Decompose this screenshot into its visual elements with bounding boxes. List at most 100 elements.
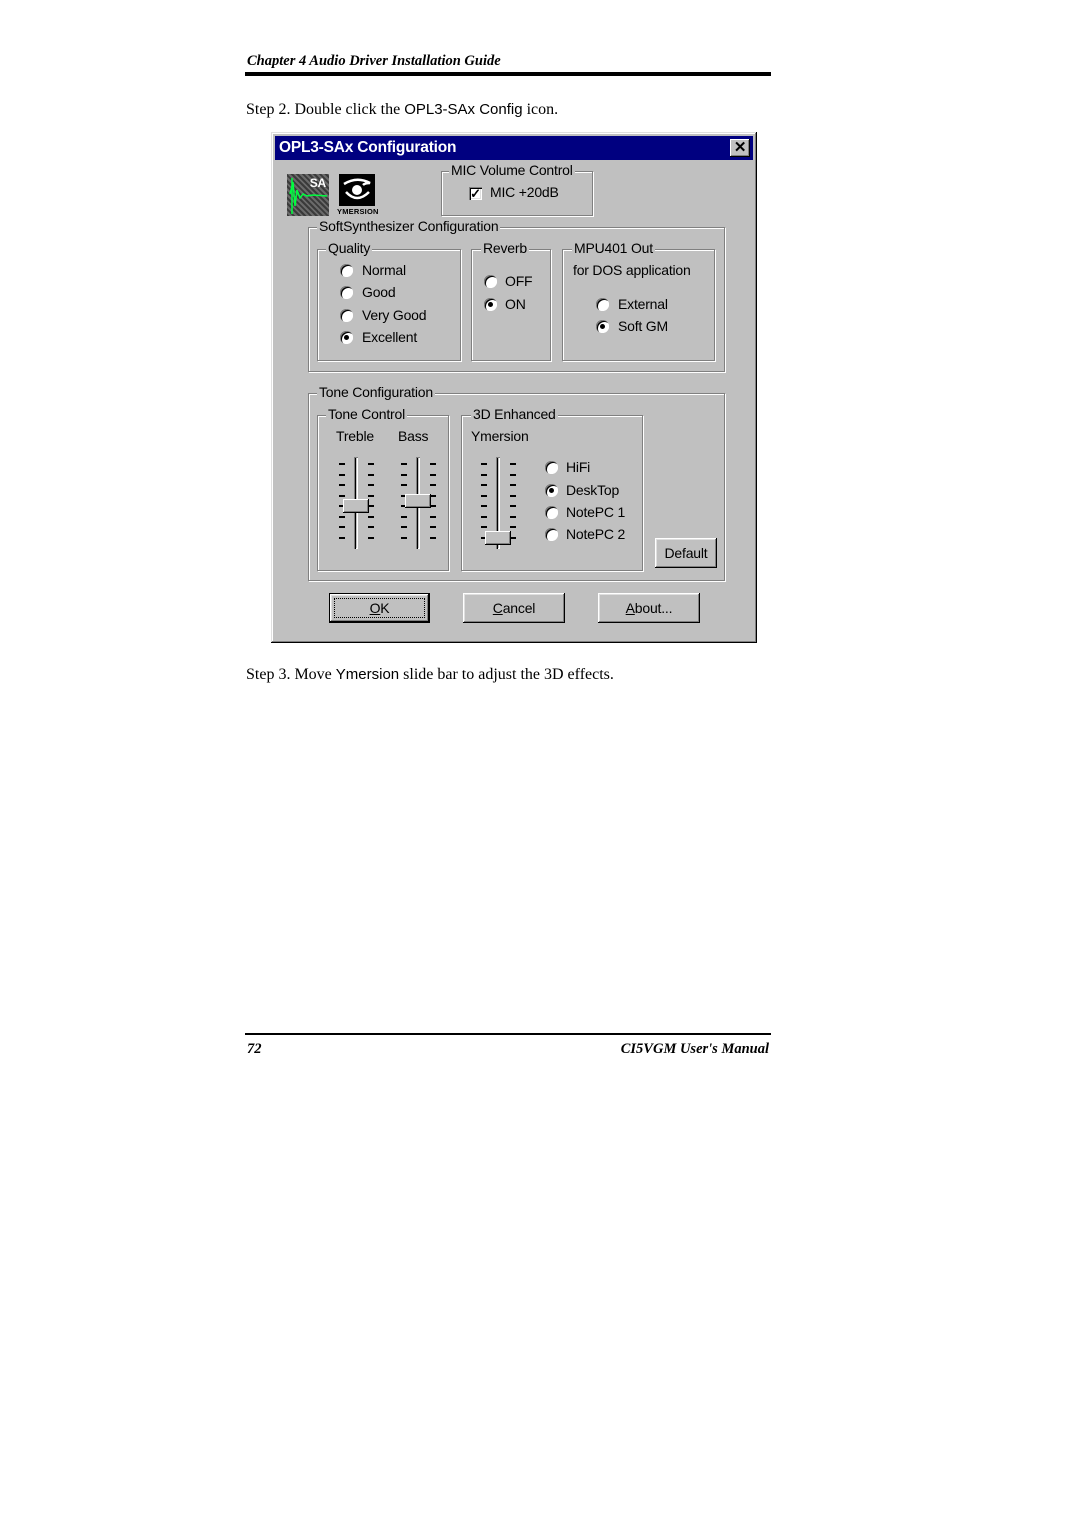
cancel-button[interactable]: Cancel <box>463 593 565 623</box>
ymersion-label: Ymersion <box>471 428 529 444</box>
opl3-sax-config-dialog: OPL3-SAx Configuration ✕ SA YMERSION MIC… <box>271 132 757 643</box>
tone-config-group: Tone Configuration Tone Control Treble B… <box>308 384 725 581</box>
cancel-accel: C <box>492 600 503 616</box>
mpu401-softgm-label[interactable]: Soft GM <box>618 318 668 334</box>
softsynth-group: SoftSynthesizer Configuration Quality No… <box>308 218 725 372</box>
notepc1-label[interactable]: NotePC 1 <box>566 504 625 520</box>
quality-excellent-radio[interactable] <box>340 331 353 344</box>
slider-tick <box>401 473 407 476</box>
slider-tick <box>368 526 374 529</box>
ymersion-logo-icon: YMERSION <box>337 174 379 216</box>
notepc1-radio[interactable] <box>545 506 558 519</box>
mic-boost-checkbox[interactable]: ✓ <box>469 187 482 200</box>
tone-control-group: Tone Control Treble Bass <box>317 406 449 571</box>
notepc2-radio[interactable] <box>545 528 558 541</box>
quality-good-radio[interactable] <box>340 286 353 299</box>
slider-tick <box>368 515 374 518</box>
slider-tick <box>481 484 487 487</box>
step-2-instruction: Step 2. Double click the OPL3-SAx Config… <box>246 101 558 119</box>
title-bar[interactable]: OPL3-SAx Configuration ✕ <box>275 136 753 160</box>
step-2-app-name: OPL3-SAx Config <box>404 101 523 118</box>
about-label: bout... <box>634 600 673 616</box>
slider-tick <box>510 526 516 529</box>
step-3-control-name: Ymersion <box>335 666 400 683</box>
quality-normal-radio[interactable] <box>340 264 353 277</box>
ok-focus-rect <box>334 598 425 618</box>
slider-tick <box>430 526 436 529</box>
about-button[interactable]: About... <box>598 593 700 623</box>
quality-normal-label[interactable]: Normal <box>362 262 406 278</box>
slider-thumb[interactable] <box>343 499 369 514</box>
mpu401-external-label[interactable]: External <box>618 296 668 312</box>
ymersion-slider[interactable] <box>476 457 520 549</box>
slider-tick <box>339 494 345 497</box>
notepc2-label[interactable]: NotePC 2 <box>566 526 625 542</box>
ymersion-logo-text: YMERSION <box>337 207 379 216</box>
default-button[interactable]: Default <box>655 538 717 568</box>
hifi-radio[interactable] <box>545 461 558 474</box>
quality-good-label[interactable]: Good <box>362 284 396 300</box>
hifi-label[interactable]: HiFi <box>566 459 590 475</box>
reverb-on-label[interactable]: ON <box>505 296 526 312</box>
slider-tick <box>430 473 436 476</box>
slider-tick <box>481 505 487 508</box>
desktop-label[interactable]: DeskTop <box>566 482 619 498</box>
reverb-group: Reverb OFF ON <box>471 240 551 361</box>
reverb-off-radio[interactable] <box>484 275 497 288</box>
tone-control-group-label: Tone Control <box>326 406 407 422</box>
slider-tick <box>368 463 374 465</box>
page-number: 72 <box>247 1041 262 1057</box>
slider-tick <box>339 473 345 476</box>
step-3-instruction: Step 3. Move Ymersion slide bar to adjus… <box>246 666 614 684</box>
about-accel: A <box>625 600 635 616</box>
quality-group-label: Quality <box>326 240 373 256</box>
slider-tick <box>339 537 345 539</box>
cancel-label: ancel <box>502 600 536 616</box>
mpu401-group: MPU401 Out for DOS application External … <box>562 240 715 361</box>
slider-tick <box>481 526 487 529</box>
slider-tick <box>339 526 345 529</box>
dialog-title: OPL3-SAx Configuration <box>279 139 457 156</box>
mpu401-softgm-radio[interactable] <box>596 320 609 333</box>
slider-tick <box>510 505 516 508</box>
mpu401-external-radio[interactable] <box>596 298 609 311</box>
reverb-group-label: Reverb <box>481 240 529 256</box>
slider-tick <box>368 537 374 539</box>
tone-config-group-label: Tone Configuration <box>317 384 435 400</box>
slider-tick <box>510 494 516 497</box>
slider-tick <box>368 494 374 497</box>
slider-tick <box>401 463 407 465</box>
slider-tick <box>339 463 345 465</box>
quality-very-good-radio[interactable] <box>340 309 353 322</box>
bass-label: Bass <box>398 428 429 444</box>
quality-excellent-label[interactable]: Excellent <box>362 329 417 345</box>
3d-enhanced-group: 3D Enhanced Ymersion HiFi DeskTop NotePC… <box>461 406 643 571</box>
slider-tick <box>510 484 516 487</box>
slider-tick <box>481 473 487 476</box>
reverb-off-label[interactable]: OFF <box>505 273 533 289</box>
softsynth-group-label: SoftSynthesizer Configuration <box>317 218 501 234</box>
reverb-on-radio[interactable] <box>484 298 497 311</box>
desktop-radio[interactable] <box>545 484 558 497</box>
treble-label: Treble <box>336 428 374 444</box>
slider-tick <box>510 473 516 476</box>
close-button[interactable]: ✕ <box>730 139 750 157</box>
slider-tick <box>481 515 487 518</box>
footer-rule <box>245 1033 771 1035</box>
step-3-prefix: Step 3. Move <box>246 666 336 683</box>
mic-volume-group-label: MIC Volume Control <box>449 162 575 178</box>
slider-tick <box>481 463 487 465</box>
step-2-prefix: Step 2. Double click the <box>246 101 405 118</box>
slider-tick <box>510 515 516 518</box>
mic-volume-group: MIC Volume Control ✓ MIC +20dB <box>441 162 593 216</box>
treble-slider[interactable] <box>334 457 378 549</box>
quality-group: Quality Normal Good Very Good Excellent <box>317 240 461 361</box>
slider-thumb[interactable] <box>485 531 511 545</box>
mic-boost-label[interactable]: MIC +20dB <box>490 184 559 200</box>
slider-thumb[interactable] <box>405 494 431 508</box>
slider-tick <box>430 484 436 487</box>
bass-slider[interactable] <box>396 457 440 549</box>
slider-tick <box>401 515 407 518</box>
ok-button[interactable]: OK <box>329 593 430 623</box>
quality-very-good-label[interactable]: Very Good <box>362 307 427 323</box>
